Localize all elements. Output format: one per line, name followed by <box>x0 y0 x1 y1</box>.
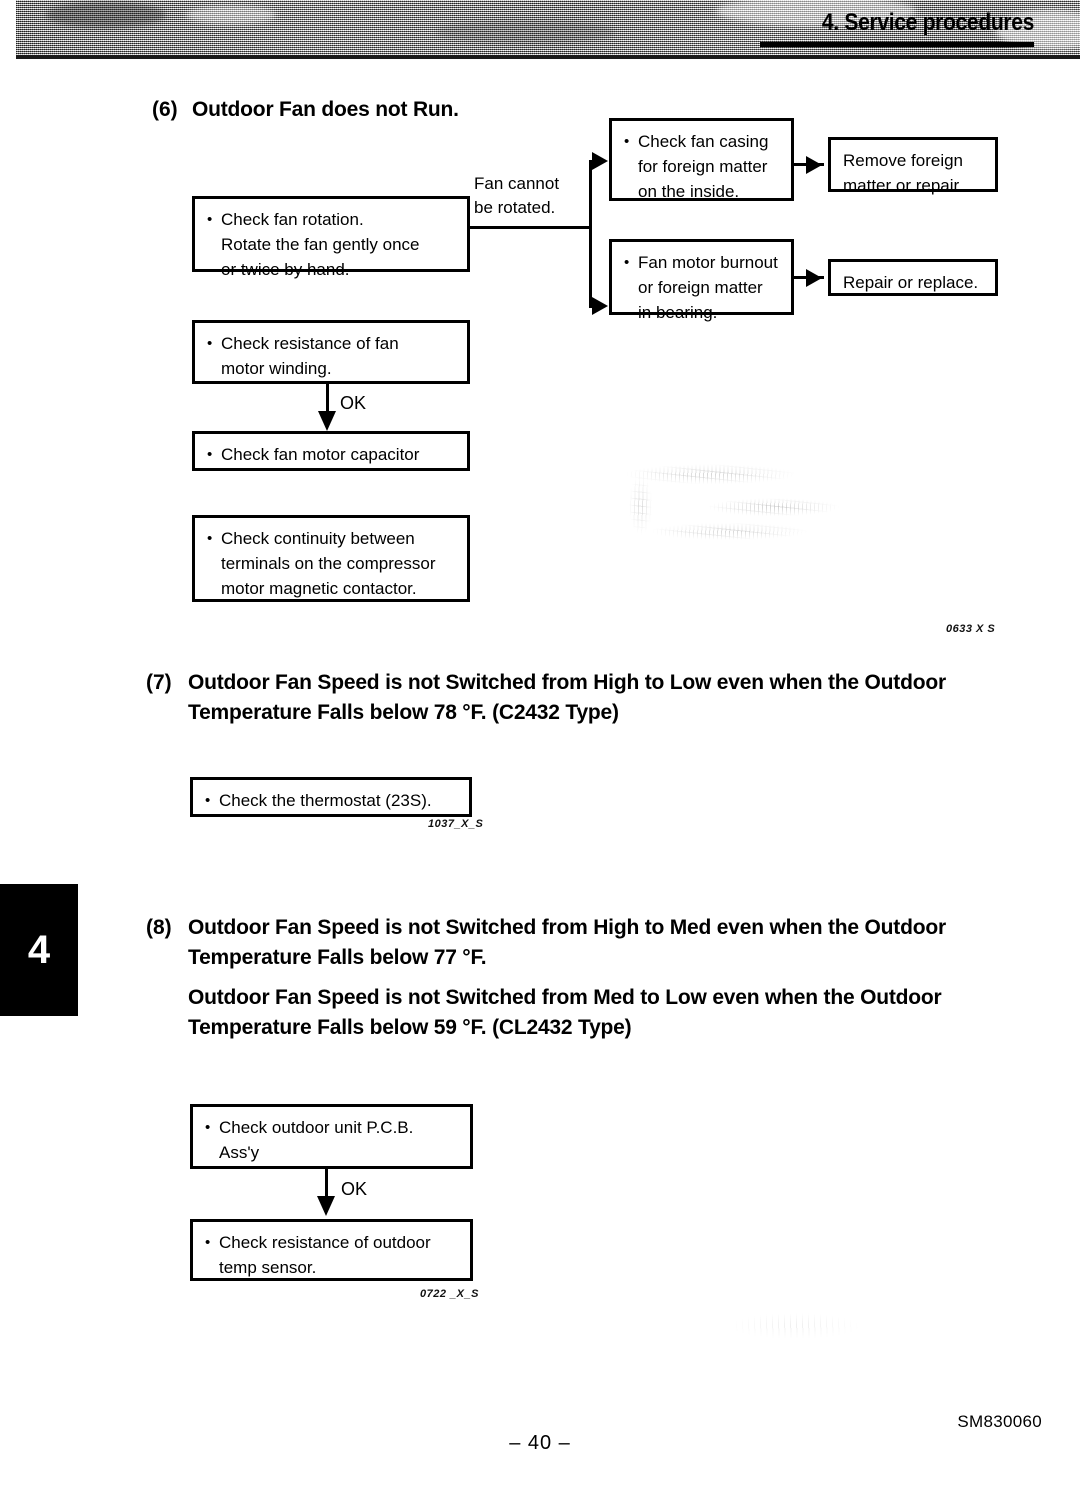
manual-page: 4. Service procedures 4 (6) Outdoor Fan … <box>0 0 1080 1489</box>
box-check-resistance-fan-motor-winding: Check resistance of fan motor winding. <box>192 320 470 384</box>
box-fan-motor-burnout: Fan motor burnout or foreign matter in b… <box>609 239 794 322</box>
scan-artifact <box>612 450 872 560</box>
box-text: Check continuity between terminals on th… <box>207 526 457 601</box>
box-check-outdoor-temp-sensor: Check resistance of outdoor temp sensor. <box>190 1219 473 1281</box>
box-text: Remove foreign matter or repair. <box>843 151 964 195</box>
box-text: Check fan motor capacitor <box>207 442 457 467</box>
header-title: 4. Service procedures <box>821 9 1035 36</box>
box-text: Check the thermostat (23S). <box>205 788 459 813</box>
box-check-thermostat: Check the thermostat (23S). <box>190 777 472 817</box>
ok-label: OK <box>340 393 367 413</box>
box-check-fan-rotation: Check fan rotation. Rotate the fan gentl… <box>192 196 470 279</box>
connector-line <box>325 1169 328 1199</box>
connector-line <box>470 226 592 229</box>
box-repair-or-replace: Repair or replace. <box>828 259 998 296</box>
section-6-number: (6) <box>152 98 178 121</box>
arrow-down-icon <box>318 411 336 431</box>
arrow-right-icon <box>592 297 608 315</box>
box-text: Check resistance of fan motor winding. <box>207 331 457 381</box>
banner-texture-smudge <box>186 6 276 24</box>
box-remove-foreign-matter: Remove foreign matter or repair. <box>828 137 998 195</box>
branch-label-fan-cannot-be-rotated: Fan cannot be rotated. <box>474 174 560 217</box>
box-text: Check fan rotation. Rotate the fan gentl… <box>207 207 457 282</box>
box-text: Check fan casing for foreign matter on t… <box>624 129 781 204</box>
box-check-fan-motor-capacitor: Check fan motor capacitor <box>192 431 470 471</box>
header-title-underline <box>760 42 1034 47</box>
box-text: Check resistance of outdoor temp sensor. <box>205 1230 460 1280</box>
box-check-fan-casing: Check fan casing for foreign matter on t… <box>609 118 794 201</box>
arrow-right-icon <box>592 152 608 170</box>
header-bottom-rule <box>16 55 1080 59</box>
section-8-number: (8) <box>146 916 172 939</box>
scan-artifact <box>690 1290 900 1380</box>
page-number: – 40 – <box>509 1432 571 1454</box>
arrow-right-icon <box>806 156 822 174</box>
figure-code-section-8: 0722 _X_S <box>420 1288 479 1300</box>
box-text: Check outdoor unit P.C.B. Ass'y <box>205 1115 460 1165</box>
box-check-continuity-compressor-contactor: Check continuity between terminals on th… <box>192 515 470 602</box>
page-header-banner: 4. Service procedures <box>16 0 1080 58</box>
figure-code-section-7: 1037_X_S <box>428 818 484 830</box>
banner-texture-smudge <box>436 20 616 44</box>
section-7-title: Outdoor Fan Speed is not Switched from H… <box>188 671 946 724</box>
ok-label: OK <box>341 1179 368 1199</box>
arrow-right-icon <box>806 269 822 287</box>
section-8-title: Outdoor Fan Speed is not Switched from H… <box>188 916 946 969</box>
section-6-title: Outdoor Fan does not Run. <box>192 98 459 121</box>
arrow-down-icon <box>317 1196 335 1216</box>
section-7-number: (7) <box>146 671 172 694</box>
document-code: SM830060 <box>957 1412 1042 1431</box>
box-check-outdoor-unit-pcb: Check outdoor unit P.C.B. Ass'y <box>190 1104 473 1169</box>
banner-texture-smudge <box>46 2 166 28</box>
chapter-tab-4: 4 <box>0 884 78 1016</box>
box-text: Repair or replace. <box>843 273 979 292</box>
box-text: Fan motor burnout or foreign matter in b… <box>624 250 781 325</box>
figure-code-section-6: 0633 X S <box>946 623 996 635</box>
connector-line <box>326 384 329 414</box>
section-8-title-second: Outdoor Fan Speed is not Switched from M… <box>188 986 942 1039</box>
connector-line <box>589 160 592 308</box>
